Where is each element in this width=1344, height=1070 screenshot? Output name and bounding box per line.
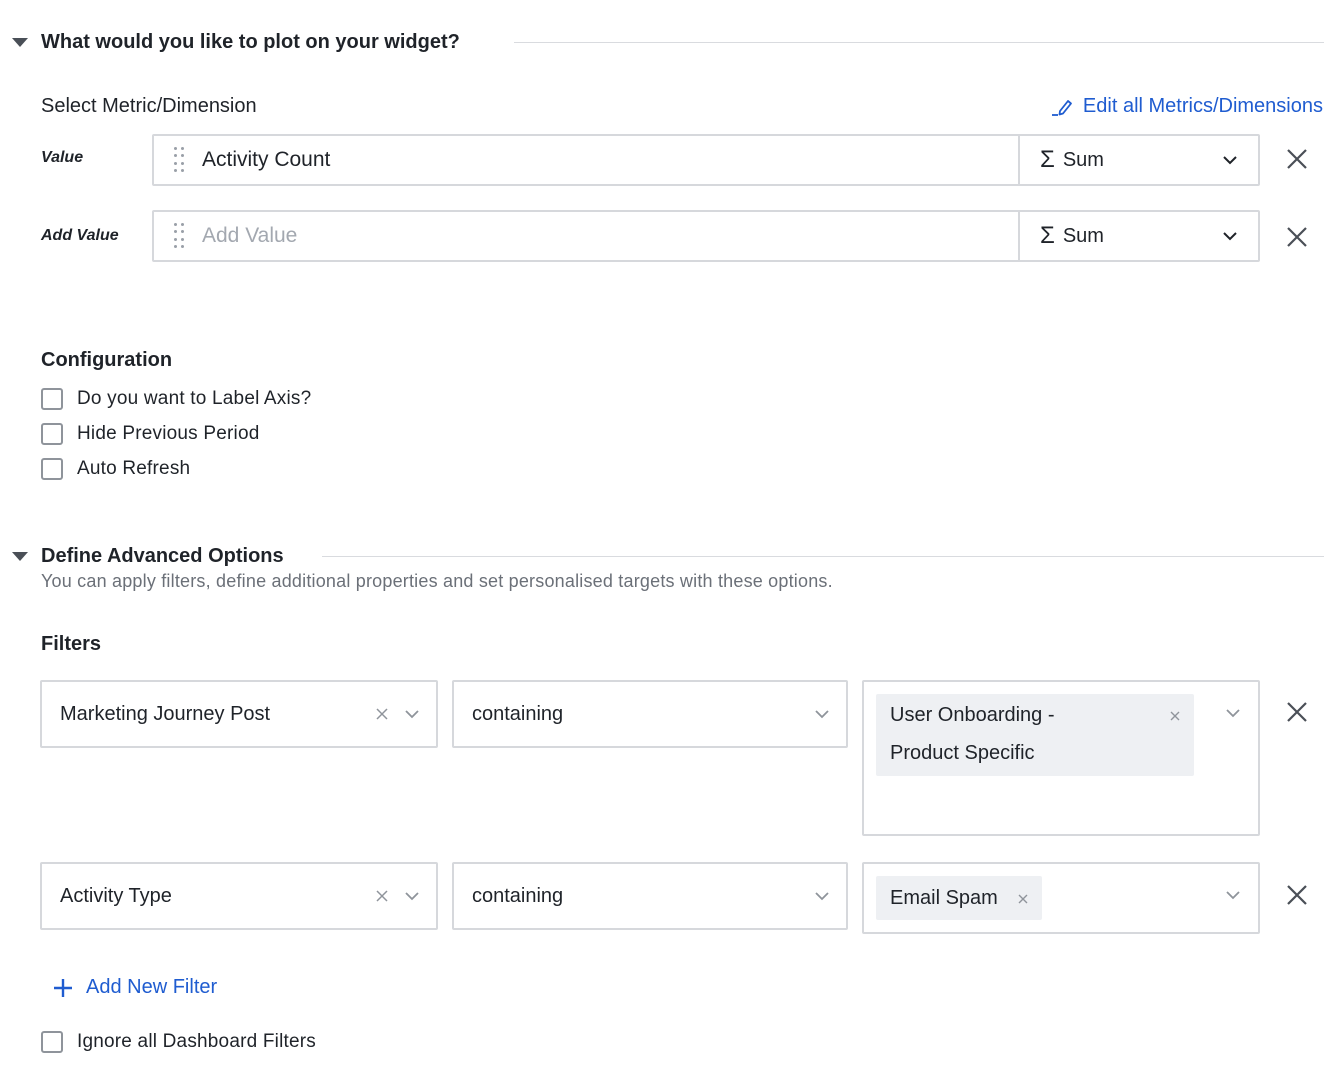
add-new-filter-button[interactable]: Add New Filter <box>52 976 217 999</box>
filter-field-value: Marketing Journey Post <box>60 702 271 725</box>
chevron-down-icon <box>405 892 419 901</box>
remove-filter-icon[interactable] <box>1286 884 1308 906</box>
add-new-filter-label: Add New Filter <box>86 976 218 998</box>
filter-values-select[interactable]: Email Spam <box>862 862 1260 934</box>
filter-operator-select[interactable]: containing <box>452 862 848 930</box>
aggregation-value: Sum <box>1062 224 1104 247</box>
label-axis-checkbox[interactable] <box>41 388 63 410</box>
advanced-section-title: Define Advanced Options <box>41 545 284 567</box>
section-divider <box>514 42 1324 43</box>
remove-filter-icon[interactable] <box>1286 701 1308 723</box>
chevron-down-icon <box>1226 709 1240 718</box>
hide-previous-period-row[interactable]: Hide Previous Period <box>41 423 259 445</box>
add-value-row-label: Add Value <box>41 227 119 244</box>
add-value-input[interactable]: Add Value <box>154 212 1020 260</box>
chevron-down-icon <box>815 892 829 901</box>
plus-icon <box>54 978 72 997</box>
ignore-dashboard-filters-row[interactable]: Ignore all Dashboard Filters <box>41 1031 316 1053</box>
collapse-caret-icon[interactable] <box>12 38 28 47</box>
section-divider <box>322 556 1324 557</box>
configuration-title: Configuration <box>41 349 173 371</box>
collapse-caret-icon[interactable] <box>12 552 28 561</box>
filters-title: Filters <box>41 633 102 655</box>
label-axis-checkbox-row[interactable]: Do you want to Label Axis? <box>41 388 311 410</box>
chevron-down-icon <box>405 710 419 719</box>
auto-refresh-label: Auto Refresh <box>77 458 191 479</box>
value-metric-text: Activity Count <box>202 148 331 171</box>
clear-icon[interactable] <box>376 708 388 720</box>
chevron-down-icon <box>1226 891 1240 900</box>
ignore-dashboard-filters-label: Ignore all Dashboard Filters <box>77 1031 316 1052</box>
filter-value-tag-line: Product Specific <box>890 742 1035 764</box>
chevron-down-icon <box>1223 156 1237 165</box>
hide-previous-period-label: Hide Previous Period <box>77 423 260 444</box>
select-metric-label: Select Metric/Dimension <box>41 95 257 117</box>
aggregation-value: Sum <box>1062 148 1104 171</box>
add-value-metric-field: Add Value Σ Sum <box>152 210 1260 262</box>
filter-field-value: Activity Type <box>60 884 172 907</box>
filter-value-tag-line: User Onboarding - <box>890 704 1055 726</box>
filter-value-tag: Email Spam <box>876 876 1042 920</box>
hide-previous-period-checkbox[interactable] <box>41 423 63 445</box>
filter-field-select[interactable]: Activity Type <box>40 862 438 930</box>
edit-all-metrics-link[interactable]: Edit all Metrics/Dimensions <box>1051 95 1323 118</box>
filter-field-select[interactable]: Marketing Journey Post <box>40 680 438 748</box>
edit-all-metrics-label: Edit all Metrics/Dimensions <box>1082 95 1323 117</box>
advanced-section-subtitle: You can apply filters, define additional… <box>41 571 833 591</box>
filter-value-tag-text: Email Spam <box>890 887 998 909</box>
sigma-icon: Σ <box>1040 146 1055 173</box>
filter-operator-value: containing <box>472 702 564 725</box>
clear-icon[interactable] <box>376 890 388 902</box>
filter-operator-value: containing <box>472 884 564 907</box>
sigma-icon: Σ <box>1040 222 1055 249</box>
filter-value-tag: User Onboarding - Product Specific <box>876 694 1194 776</box>
drag-handle-icon[interactable] <box>174 223 184 249</box>
filter-values-select[interactable]: User Onboarding - Product Specific <box>862 680 1260 836</box>
remove-tag-icon[interactable] <box>1170 711 1180 721</box>
auto-refresh-checkbox[interactable] <box>41 458 63 480</box>
aggregation-select[interactable]: Σ Sum <box>1020 136 1258 184</box>
drag-handle-icon[interactable] <box>174 147 184 173</box>
chevron-down-icon <box>1223 232 1237 241</box>
value-metric-field: Activity Count Σ Sum <box>152 134 1260 186</box>
filter-operator-select[interactable]: containing <box>452 680 848 748</box>
remove-add-value-icon[interactable] <box>1286 226 1308 248</box>
aggregation-select[interactable]: Σ Sum <box>1020 212 1258 260</box>
add-value-placeholder: Add Value <box>202 224 298 247</box>
remove-tag-icon[interactable] <box>1018 894 1028 904</box>
auto-refresh-row[interactable]: Auto Refresh <box>41 458 190 480</box>
value-row-label: Value <box>41 149 84 166</box>
value-metric-input[interactable]: Activity Count <box>154 136 1020 184</box>
ignore-dashboard-filters-checkbox[interactable] <box>41 1031 63 1053</box>
label-axis-label: Do you want to Label Axis? <box>77 388 312 409</box>
remove-value-icon[interactable] <box>1286 148 1308 170</box>
plot-section-title: What would you like to plot on your widg… <box>41 31 460 53</box>
chevron-down-icon <box>815 710 829 719</box>
pencil-icon <box>1051 99 1072 116</box>
